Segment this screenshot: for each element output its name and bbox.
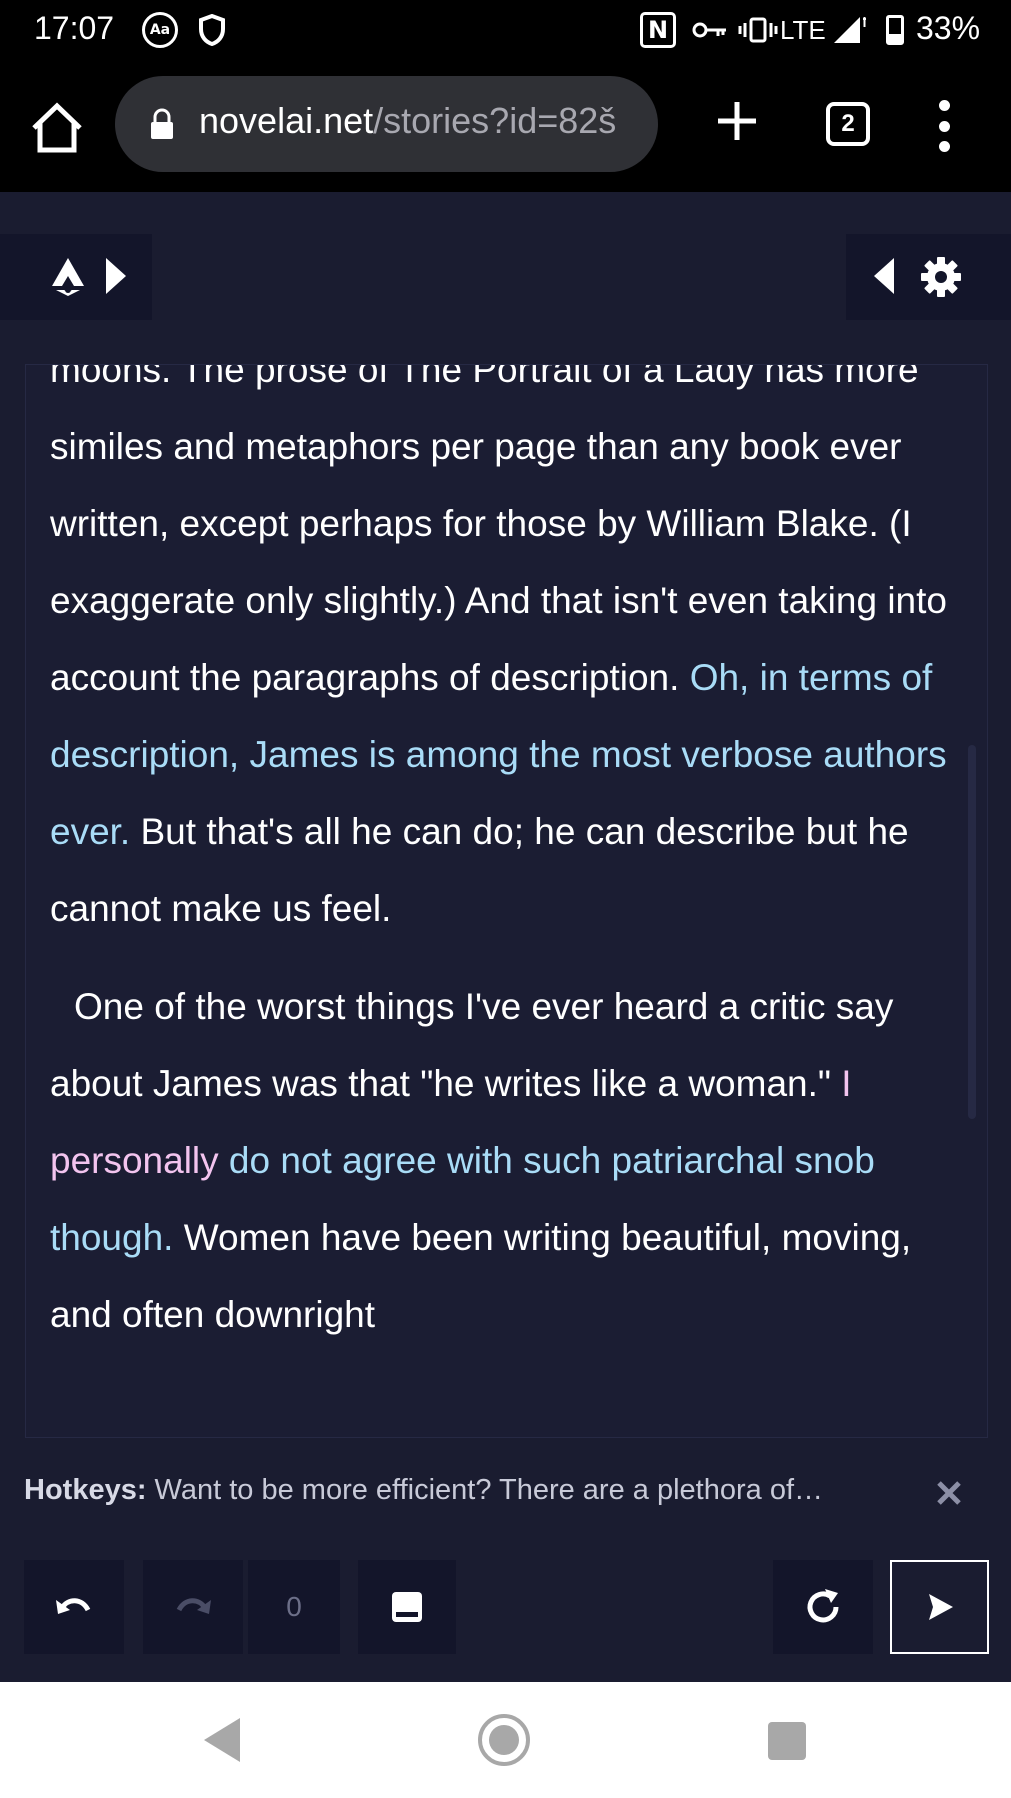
novelai-logo-icon bbox=[48, 256, 88, 298]
story-paragraph: moons. The prose of The Portrait of a La… bbox=[50, 364, 970, 947]
plus-icon[interactable] bbox=[708, 92, 766, 150]
right-sidebar-toggle[interactable] bbox=[846, 234, 1011, 320]
editor-scrollbar[interactable] bbox=[968, 745, 976, 1119]
address-bar[interactable]: novelai.net/stories?id=82š bbox=[115, 76, 658, 172]
book-icon bbox=[392, 1592, 422, 1622]
nfc-icon: N bbox=[640, 12, 676, 48]
redo-button[interactable] bbox=[143, 1560, 243, 1654]
lorebook-button[interactable] bbox=[358, 1560, 456, 1654]
app-toolbar bbox=[0, 192, 1011, 322]
clock: 17:07 bbox=[34, 10, 115, 46]
system-navigation-bar bbox=[0, 1682, 1011, 1798]
send-button[interactable] bbox=[890, 1560, 989, 1654]
back-icon[interactable] bbox=[204, 1718, 240, 1762]
redo-icon bbox=[176, 1598, 211, 1614]
url-text[interactable]: novelai.net/stories?id=82š bbox=[199, 100, 616, 142]
left-sidebar-toggle[interactable] bbox=[0, 234, 152, 320]
tip-label: Hotkeys: bbox=[24, 1474, 147, 1506]
refresh-icon bbox=[807, 1589, 839, 1623]
url-host: novelai.net bbox=[199, 100, 374, 141]
url-path: /stories?id=82š bbox=[373, 100, 617, 141]
shield-icon bbox=[196, 12, 228, 48]
signal-icon bbox=[830, 12, 870, 48]
retry-count: 0 bbox=[248, 1560, 340, 1654]
lock-icon bbox=[149, 108, 175, 140]
vpn-key-icon bbox=[688, 12, 732, 48]
expand-right-icon[interactable] bbox=[106, 258, 126, 294]
prompt-text: Women have been writing beautiful, movin… bbox=[50, 1217, 912, 1335]
battery-icon bbox=[884, 12, 906, 48]
tip-text: Want to be more efficient? There are a p… bbox=[146, 1474, 824, 1506]
tabs-icon[interactable]: 2 bbox=[826, 102, 870, 146]
undo-icon bbox=[56, 1598, 91, 1614]
close-icon[interactable] bbox=[934, 1478, 964, 1508]
hotkeys-tip: Hotkeys: Want to be more efficient? Ther… bbox=[24, 1474, 924, 1507]
home-nav-icon[interactable] bbox=[478, 1714, 530, 1766]
more-vert-icon[interactable] bbox=[932, 100, 956, 152]
expand-left-icon[interactable] bbox=[874, 258, 894, 294]
undo-button[interactable] bbox=[24, 1560, 124, 1654]
text-size-icon: Aa bbox=[142, 12, 178, 48]
battery-level bbox=[889, 34, 901, 42]
home-icon[interactable] bbox=[28, 98, 86, 156]
prompt-text: moons. The prose of The Portrait of a La… bbox=[50, 364, 947, 698]
browser-toolbar: novelai.net/stories?id=82š 2 bbox=[0, 62, 1011, 192]
story-editor[interactable]: moons. The prose of The Portrait of a La… bbox=[25, 364, 988, 1438]
retry-button[interactable] bbox=[773, 1560, 873, 1654]
story-text[interactable]: moons. The prose of The Portrait of a La… bbox=[50, 364, 970, 1353]
network-type: LTE bbox=[780, 14, 826, 45]
vibrate-icon bbox=[736, 12, 780, 48]
prompt-text: One of the worst things I've ever heard … bbox=[50, 986, 894, 1104]
battery-percent: 33% bbox=[916, 10, 981, 46]
status-bar: 17:07 Aa N LTE 33% bbox=[0, 0, 1011, 62]
chevron-right-icon bbox=[928, 1594, 953, 1620]
gear-icon[interactable] bbox=[920, 256, 962, 298]
story-paragraph: One of the worst things I've ever heard … bbox=[50, 968, 970, 1353]
recent-apps-icon[interactable] bbox=[768, 1722, 806, 1760]
prompt-text: But that's all he can do; he can describ… bbox=[50, 811, 909, 929]
